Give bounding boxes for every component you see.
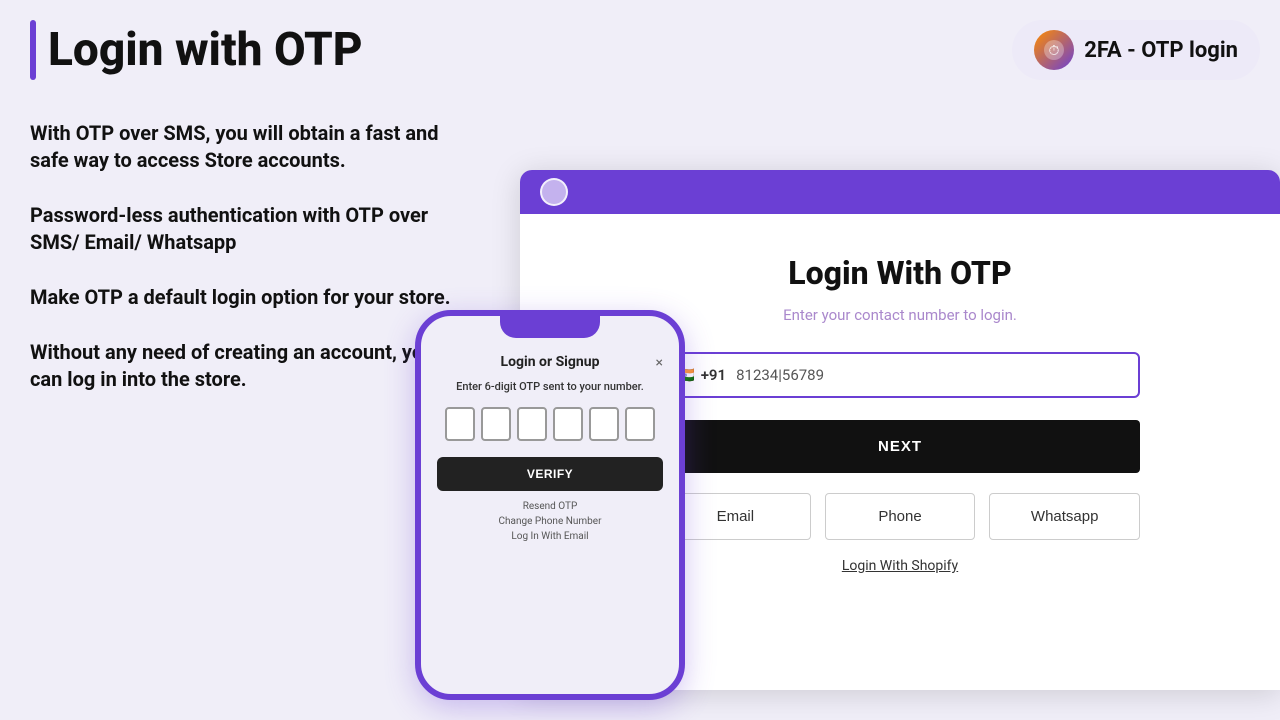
brand-label: 2FA - OTP login bbox=[1084, 38, 1238, 63]
mobile-links: Resend OTP Change Phone Number Log In Wi… bbox=[499, 501, 602, 542]
log-in-email-link[interactable]: Log In With Email bbox=[511, 531, 588, 542]
channel-buttons: Email Phone Whatsapp bbox=[660, 493, 1140, 540]
mobile-mockup: Login or Signup × Enter 6-digit OTP sent… bbox=[415, 310, 685, 700]
otp-box-1[interactable] bbox=[445, 407, 475, 441]
phone-code: +91 bbox=[701, 366, 726, 384]
phone-input-container[interactable]: 🇮🇳 +91 81234|56789 bbox=[660, 352, 1140, 398]
brand-icon: ⏱ bbox=[1034, 30, 1074, 70]
mobile-content: Login or Signup × Enter 6-digit OTP sent… bbox=[421, 348, 679, 554]
feature-item-4: Without any need of creating an account,… bbox=[30, 339, 470, 393]
mobile-notch bbox=[500, 316, 600, 338]
next-button[interactable]: NEXT bbox=[660, 420, 1140, 473]
title-container: Login with OTP bbox=[30, 20, 470, 80]
brand-badge: ⏱ 2FA - OTP login bbox=[1012, 20, 1260, 80]
browser-login-title: Login With OTP bbox=[788, 254, 1011, 292]
resend-otp-link[interactable]: Resend OTP bbox=[523, 501, 578, 512]
feature-item-3: Make OTP a default login option for your… bbox=[30, 284, 470, 311]
otp-box-2[interactable] bbox=[481, 407, 511, 441]
phone-number-display: 81234|56789 bbox=[736, 366, 1124, 384]
otp-box-4[interactable] bbox=[553, 407, 583, 441]
browser-circle-button[interactable] bbox=[540, 178, 568, 206]
browser-topbar bbox=[520, 170, 1280, 214]
mobile-dialog-title: Login or Signup bbox=[501, 354, 600, 370]
feature-item-2: Password-less authentication with OTP ov… bbox=[30, 202, 470, 256]
otp-box-3[interactable] bbox=[517, 407, 547, 441]
left-panel: Login with OTP With OTP over SMS, you wi… bbox=[30, 0, 470, 720]
mobile-instruction: Enter 6-digit OTP sent to your number. bbox=[456, 380, 644, 393]
mobile-close-button[interactable]: × bbox=[656, 355, 663, 371]
svg-text:⏱: ⏱ bbox=[1049, 43, 1060, 59]
otp-input-boxes[interactable] bbox=[445, 407, 655, 441]
otp-box-6[interactable] bbox=[625, 407, 655, 441]
verify-button[interactable]: VERIFY bbox=[437, 457, 663, 491]
title-accent-bar bbox=[30, 20, 36, 80]
shopify-login-link[interactable]: Login With Shopify bbox=[842, 558, 958, 574]
phone-channel-button[interactable]: Phone bbox=[825, 493, 976, 540]
whatsapp-channel-button[interactable]: Whatsapp bbox=[989, 493, 1140, 540]
otp-box-5[interactable] bbox=[589, 407, 619, 441]
change-phone-link[interactable]: Change Phone Number bbox=[499, 516, 602, 527]
feature-list: With OTP over SMS, you will obtain a fas… bbox=[30, 120, 470, 393]
feature-item-1: With OTP over SMS, you will obtain a fas… bbox=[30, 120, 470, 174]
page-title: Login with OTP bbox=[48, 25, 363, 76]
browser-login-subtitle: Enter your contact number to login. bbox=[783, 306, 1017, 324]
